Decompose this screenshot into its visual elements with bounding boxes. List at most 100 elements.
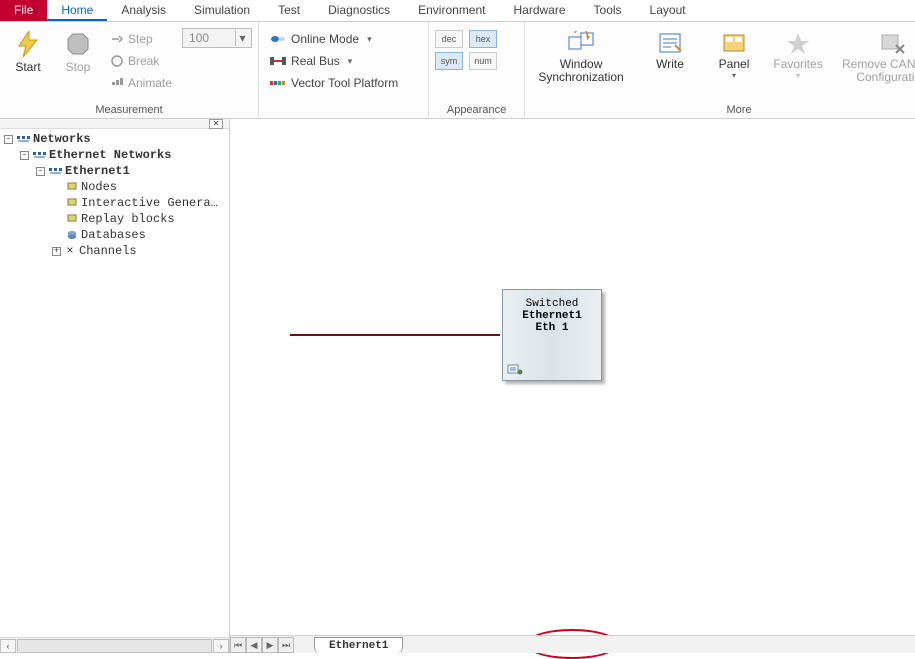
star-icon xyxy=(784,30,812,58)
group-label-more: More xyxy=(531,104,915,118)
chevron-down-icon: ▾ xyxy=(363,34,372,45)
stop-button[interactable]: Stop xyxy=(56,28,100,74)
real-bus-label: Real Bus xyxy=(291,54,340,68)
networks-icon xyxy=(32,149,46,161)
tab-nav-first[interactable]: ⏮ xyxy=(230,637,246,653)
start-button[interactable]: Start xyxy=(6,28,50,74)
menu-tab-environment[interactable]: Environment xyxy=(404,0,499,21)
favorites-label: Favorites xyxy=(773,58,822,71)
menu-tab-analysis[interactable]: Analysis xyxy=(107,0,180,21)
tree-networks[interactable]: Networks xyxy=(33,132,91,146)
scroll-thumb[interactable] xyxy=(17,639,212,653)
menu-tab-test[interactable]: Test xyxy=(264,0,314,21)
vector-tool-platform-label: Vector Tool Platform xyxy=(291,76,398,90)
window-sync-button[interactable]: Window Synchronization xyxy=(531,28,631,84)
tree-eth1[interactable]: Ethernet1 xyxy=(65,164,130,178)
sheet-tab-ethernet1[interactable]: Ethernet1 xyxy=(314,637,403,653)
remove-canopen-button[interactable]: Remove CANopen Configuration xyxy=(837,28,915,84)
write-icon xyxy=(656,30,684,58)
tab-nav-prev[interactable]: ◀ xyxy=(246,637,262,653)
menu-tab-simulation[interactable]: Simulation xyxy=(180,0,264,21)
remove-config-icon xyxy=(878,30,906,58)
menu-tab-tools[interactable]: Tools xyxy=(580,0,636,21)
tree-expander[interactable]: - xyxy=(20,151,29,160)
networks-icon xyxy=(48,165,62,177)
tab-nav-next[interactable]: ▶ xyxy=(262,637,278,653)
scroll-right-icon[interactable]: › xyxy=(213,639,229,653)
panel-button[interactable]: Panel ▾ xyxy=(709,28,759,80)
replay-icon xyxy=(66,213,78,225)
scroll-left-icon[interactable]: ‹ xyxy=(0,639,16,653)
write-label: Write xyxy=(656,58,684,71)
tree-body[interactable]: - Networks - Ethernet Networks - Etherne… xyxy=(0,129,229,637)
tree-expander[interactable]: - xyxy=(36,167,45,176)
vector-tool-platform-icon xyxy=(269,77,287,89)
appearance-sym[interactable]: sym xyxy=(435,52,463,70)
online-mode-label: Online Mode xyxy=(291,32,359,46)
close-icon[interactable]: ✕ xyxy=(209,119,223,129)
canvas-tab-bar: ⏮ ◀ ▶ ⏭ Ethernet1 xyxy=(230,635,915,653)
animate-label: Animate xyxy=(128,76,172,90)
tree-replay[interactable]: Replay blocks xyxy=(81,212,175,226)
tree-databases[interactable]: Databases xyxy=(81,228,146,242)
window-sync-label2: Synchronization xyxy=(538,71,623,84)
appearance-dec[interactable]: dec xyxy=(435,30,463,48)
animate-button[interactable]: Animate xyxy=(106,72,176,94)
tree-channels[interactable]: Channels xyxy=(79,244,137,258)
tree-hscroll[interactable]: ‹ › xyxy=(0,637,229,653)
remove-label2: Configuration xyxy=(856,71,915,84)
node-icon xyxy=(66,181,78,193)
panel-icon xyxy=(720,30,748,58)
stop-icon xyxy=(64,30,92,58)
group-label-appearance: Appearance xyxy=(435,104,518,118)
appearance-num[interactable]: num xyxy=(469,52,497,70)
panel-label: Panel xyxy=(719,58,750,71)
networks-icon xyxy=(16,133,30,145)
favorites-button[interactable]: Favorites ▾ xyxy=(773,28,823,80)
lightning-icon xyxy=(14,30,42,58)
tab-nav-last[interactable]: ⏭ xyxy=(278,637,294,653)
tree-igen[interactable]: Interactive Genera… xyxy=(81,196,218,210)
tree-nodes[interactable]: Nodes xyxy=(81,180,117,194)
break-label: Break xyxy=(128,54,159,68)
node-icon xyxy=(66,197,78,209)
database-icon xyxy=(66,229,78,241)
menu-tab-layout[interactable]: Layout xyxy=(636,0,700,21)
step-label: Step xyxy=(128,32,153,46)
break-icon xyxy=(110,54,124,68)
start-label: Start xyxy=(15,60,40,74)
animate-icon xyxy=(110,76,124,90)
step-button[interactable]: Step xyxy=(106,28,176,50)
tree-eth-networks[interactable]: Ethernet Networks xyxy=(49,148,171,162)
appearance-hex[interactable]: hex xyxy=(469,30,497,48)
stop-label: Stop xyxy=(66,60,91,74)
channel-icon: × xyxy=(64,244,76,258)
real-bus-icon xyxy=(269,55,287,67)
menu-tab-home[interactable]: Home xyxy=(47,0,107,21)
device-node[interactable]: Switched Ethernet1 Eth 1 xyxy=(502,289,602,381)
online-mode-button[interactable]: Online Mode ▾ xyxy=(265,28,422,50)
chevron-down-icon: ▾ xyxy=(344,56,353,67)
tree-expander[interactable]: + xyxy=(52,247,61,256)
chevron-down-icon: ▾ xyxy=(796,71,800,80)
device-icon xyxy=(507,362,523,376)
step-value-text: 100 xyxy=(189,31,209,45)
vector-tool-platform-button[interactable]: Vector Tool Platform xyxy=(265,72,422,94)
menu-tab-diagnostics[interactable]: Diagnostics xyxy=(314,0,404,21)
break-button[interactable]: Break xyxy=(106,50,176,72)
step-icon xyxy=(110,32,124,46)
device-line1: Switched xyxy=(526,298,579,310)
tree-expander[interactable]: - xyxy=(4,135,13,144)
online-mode-icon xyxy=(269,33,287,45)
menu-tab-bar: File Home Analysis Simulation Test Diagn… xyxy=(0,0,915,22)
chevron-down-icon: ▾ xyxy=(235,30,249,46)
real-bus-button[interactable]: Real Bus ▾ xyxy=(265,50,422,72)
step-value-combo[interactable]: 100 ▾ xyxy=(182,28,252,48)
menu-tab-file[interactable]: File xyxy=(0,0,47,21)
group-label-measurement: Measurement xyxy=(6,104,252,118)
network-bus-line[interactable] xyxy=(290,334,500,336)
device-line3: Eth 1 xyxy=(503,322,601,334)
menu-tab-hardware[interactable]: Hardware xyxy=(500,0,580,21)
write-button[interactable]: Write xyxy=(645,28,695,71)
canvas[interactable]: Switched Ethernet1 Eth 1 ⏮ ◀ ▶ ⏭ Etherne… xyxy=(230,119,915,653)
